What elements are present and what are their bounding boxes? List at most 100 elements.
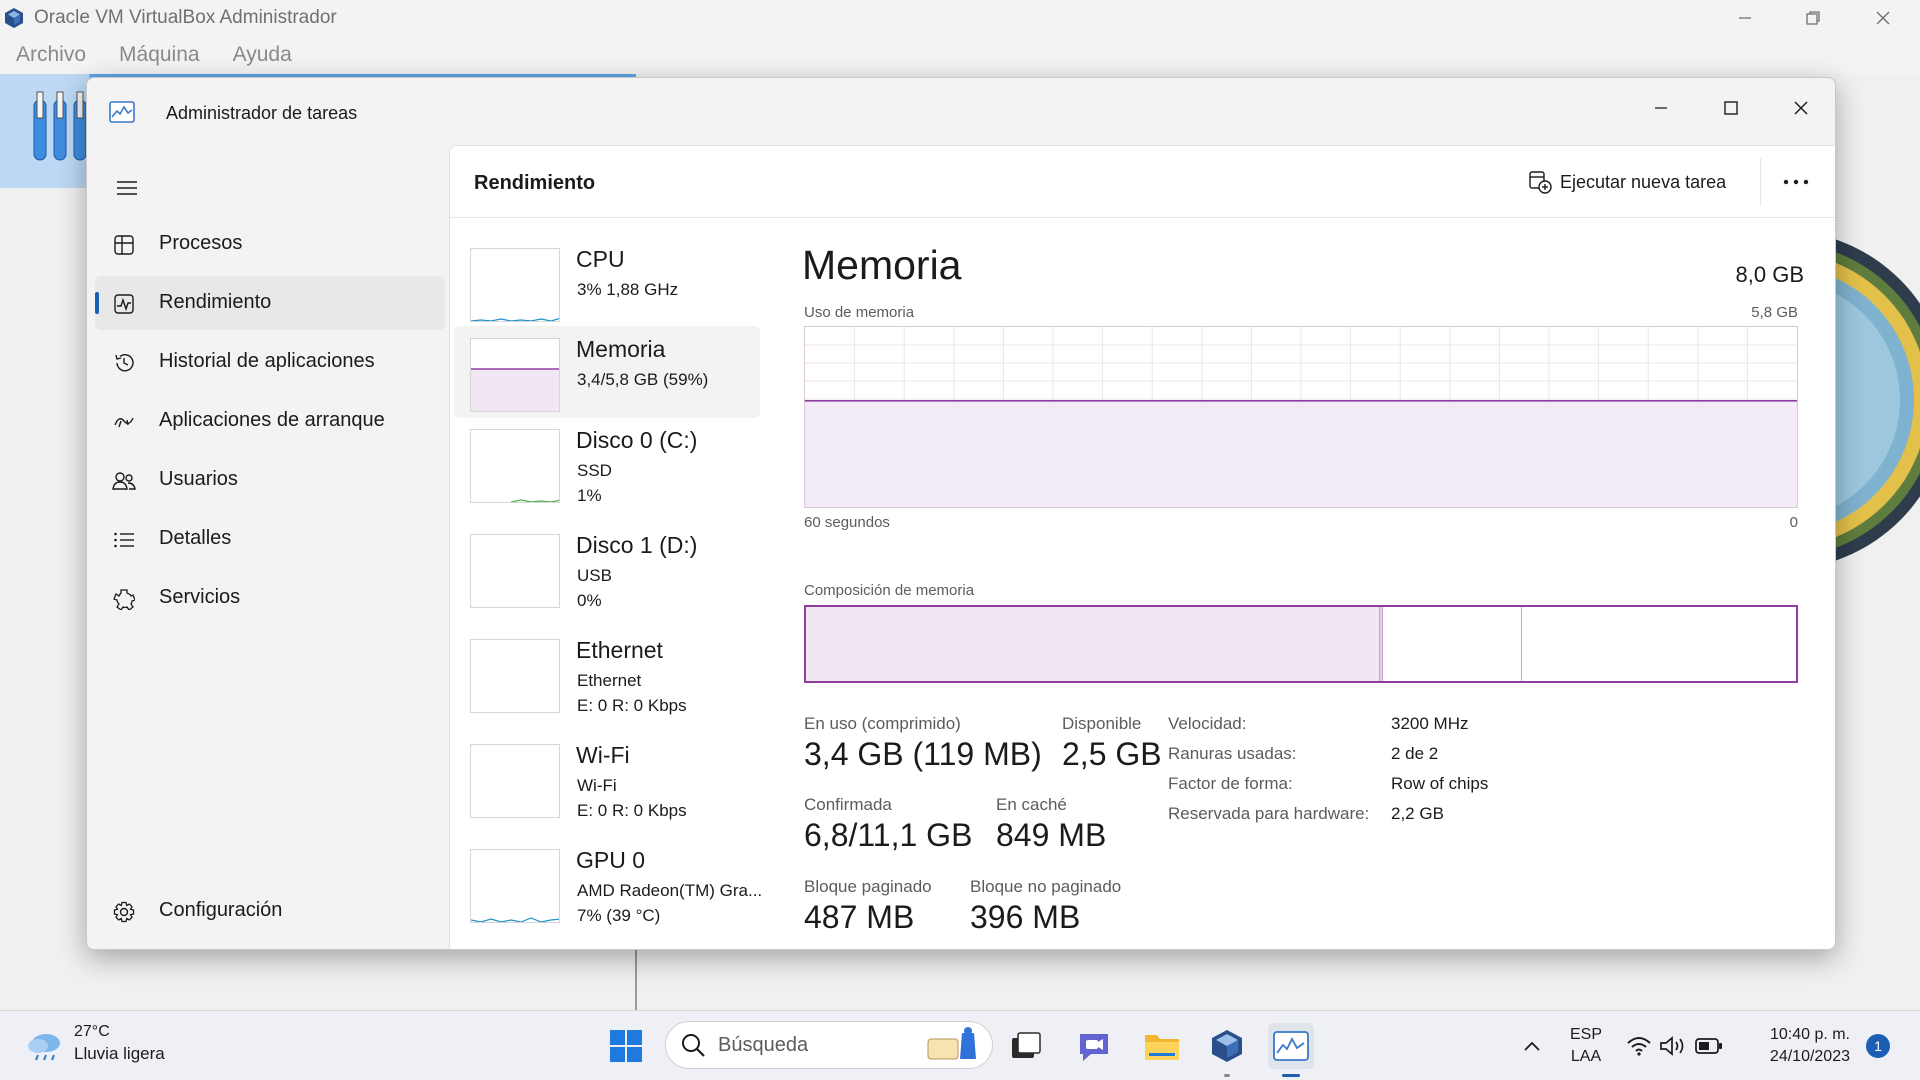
weather-widget[interactable]: 27°C Lluvia ligera (26, 1023, 165, 1064)
hardware-reserved-value: 2,2 GB (1391, 804, 1444, 823)
menu-ayuda[interactable]: Ayuda (233, 43, 292, 67)
taskbar-app-task-manager[interactable] (1268, 1023, 1314, 1077)
available-label: Disponible (1062, 714, 1142, 733)
vbox-restore-button[interactable] (1793, 4, 1833, 32)
search-icon (682, 1034, 705, 1057)
device-info: SSD (577, 461, 612, 480)
nonpaged-pool-label: Bloque no paginado (970, 877, 1122, 896)
memory-thumbnail-graph (470, 338, 560, 412)
device-info: 1% (577, 486, 602, 505)
details-icon (111, 527, 137, 553)
form-factor-value: Row of chips (1391, 774, 1489, 793)
device-info: USB (577, 566, 612, 585)
nav-item-historial[interactable]: Historial de aplicaciones (95, 335, 445, 389)
show-hidden-icons-button[interactable] (1508, 1023, 1556, 1069)
device-info: 3,4/5,8 GB (59%) (577, 370, 709, 389)
wifi-icon (1627, 1037, 1651, 1056)
virtualbox-icon (1212, 1030, 1242, 1062)
minimize-icon (1655, 107, 1667, 109)
taskbar-clock[interactable]: 10:40 p. m. 24/10/2023 (1750, 1024, 1850, 1068)
vbox-close-button[interactable] (1863, 4, 1903, 32)
menu-archivo[interactable]: Archivo (16, 43, 86, 67)
disk0-thumbnail-graph (470, 429, 560, 503)
start-button[interactable] (603, 1023, 649, 1069)
device-item-disco-0[interactable]: Disco 0 (C:) SSD 1% (454, 417, 760, 509)
nav-item-usuarios[interactable]: Usuarios (95, 453, 445, 507)
virtualbox-logo-icon (5, 8, 23, 28)
taskbar-app-teams[interactable] (1071, 1023, 1117, 1069)
users-icon (111, 468, 137, 494)
hamburger-icon (117, 181, 137, 195)
cpu-thumbnail-graph (470, 248, 560, 322)
composition-standby (1383, 607, 1522, 681)
device-info: AMD Radeon(TM) Gra... (577, 881, 763, 900)
device-info: 0% (577, 591, 602, 610)
weather-condition: Lluvia ligera (74, 1044, 165, 1063)
nav-label: Rendimiento (159, 291, 272, 313)
device-info: Wi-Fi (577, 776, 617, 795)
tm-close-button[interactable] (1773, 88, 1829, 128)
maximize-icon (1724, 101, 1738, 115)
nav-item-arranque[interactable]: Aplicaciones de arranque (95, 394, 445, 448)
weather-temperature: 27°C (74, 1023, 110, 1040)
speaker-volume-icon (1660, 1036, 1684, 1056)
tools-icon (33, 91, 87, 161)
tm-maximize-button[interactable] (1703, 88, 1759, 128)
quick-settings-button[interactable] (1626, 1023, 1722, 1069)
vbox-titlebar: Oracle VM VirtualBox Administrador (0, 0, 1920, 36)
search-placeholder: Búsqueda (718, 1033, 809, 1056)
history-icon (111, 350, 137, 376)
more-options-button[interactable] (1770, 162, 1822, 202)
device-name: Disco 0 (C:) (576, 427, 698, 453)
taskbar-app-explorer[interactable] (1139, 1023, 1185, 1069)
performance-content: Rendimiento Ejecutar nueva tarea CPU 3% … (449, 145, 1835, 949)
taskbar-app-virtualbox[interactable] (1204, 1023, 1250, 1077)
taskbar: 27°C Lluvia ligera Búsqueda ESP LAA 10:4… (0, 1010, 1920, 1080)
close-icon (1876, 11, 1890, 25)
usage-graph-max: 5,8 GB (1751, 304, 1798, 321)
memory-usage-area (805, 400, 1797, 507)
nav-label: Detalles (159, 527, 232, 549)
vbox-menubar: Archivo Máquina Ayuda (0, 36, 1920, 74)
nav-item-configuracion[interactable]: Configuración (95, 884, 445, 938)
in-use-value: 3,4 GB (119 MB) (804, 736, 1042, 772)
cached-label: En caché (996, 795, 1067, 814)
memory-detail-panel: Memoria 8,0 GB Uso de memoria 5,8 GB 60 … (800, 218, 1820, 948)
close-icon (1794, 101, 1808, 115)
taskbar-search[interactable]: Búsqueda (665, 1021, 993, 1069)
input-language-indicator[interactable]: ESP LAA (1570, 1024, 1602, 1068)
device-item-disco-1[interactable]: Disco 1 (D:) USB 0% (454, 522, 760, 614)
keyboard-layout: LAA (1570, 1048, 1602, 1065)
vbox-minimize-button[interactable] (1725, 4, 1765, 32)
nav-item-detalles[interactable]: Detalles (95, 512, 445, 566)
header-separator (1760, 158, 1761, 206)
weather-text: 27°C Lluvia ligera (74, 1023, 165, 1064)
nav-item-rendimiento[interactable]: Rendimiento (95, 276, 445, 330)
device-item-cpu[interactable]: CPU 3% 1,88 GHz (454, 236, 760, 328)
device-item-ethernet[interactable]: Ethernet Ethernet E: 0 R: 0 Kbps (454, 627, 760, 719)
device-info: E: 0 R: 0 Kbps (577, 696, 687, 715)
device-item-wifi[interactable]: Wi-Fi Wi-Fi E: 0 R: 0 Kbps (454, 732, 760, 824)
notification-count-badge[interactable]: 1 (1866, 1034, 1890, 1058)
nonpaged-pool-value: 396 MB (970, 899, 1081, 935)
running-indicator (1224, 1074, 1230, 1077)
speed-value: 3200 MHz (1391, 714, 1469, 733)
device-item-memoria[interactable]: Memoria 3,4/5,8 GB (59%) (454, 326, 760, 418)
hamburger-menu-button[interactable] (103, 168, 151, 208)
performance-icon (111, 291, 137, 317)
vbox-tools-button[interactable] (0, 74, 90, 188)
device-info: Ethernet (577, 671, 642, 690)
vbox-splitter[interactable] (635, 946, 637, 1010)
tm-minimize-button[interactable] (1633, 88, 1689, 128)
teams-chat-icon (1080, 1034, 1108, 1061)
device-item-gpu[interactable]: GPU 0 AMD Radeon(TM) Gra... 7% (39 °C) (454, 837, 763, 929)
nav-item-servicios[interactable]: Servicios (95, 571, 445, 625)
committed-value: 6,8/11,1 GB (804, 817, 973, 853)
nav-item-procesos[interactable]: Procesos (95, 217, 445, 271)
paged-pool-label: Bloque paginado (804, 877, 932, 896)
device-info: 7% (39 °C) (577, 906, 661, 925)
taskbar-app-taskview[interactable] (1003, 1023, 1049, 1069)
menu-maquina[interactable]: Máquina (119, 43, 200, 67)
device-name: Wi-Fi (576, 742, 630, 768)
run-new-task-button[interactable]: Ejecutar nueva tarea (1528, 162, 1746, 202)
